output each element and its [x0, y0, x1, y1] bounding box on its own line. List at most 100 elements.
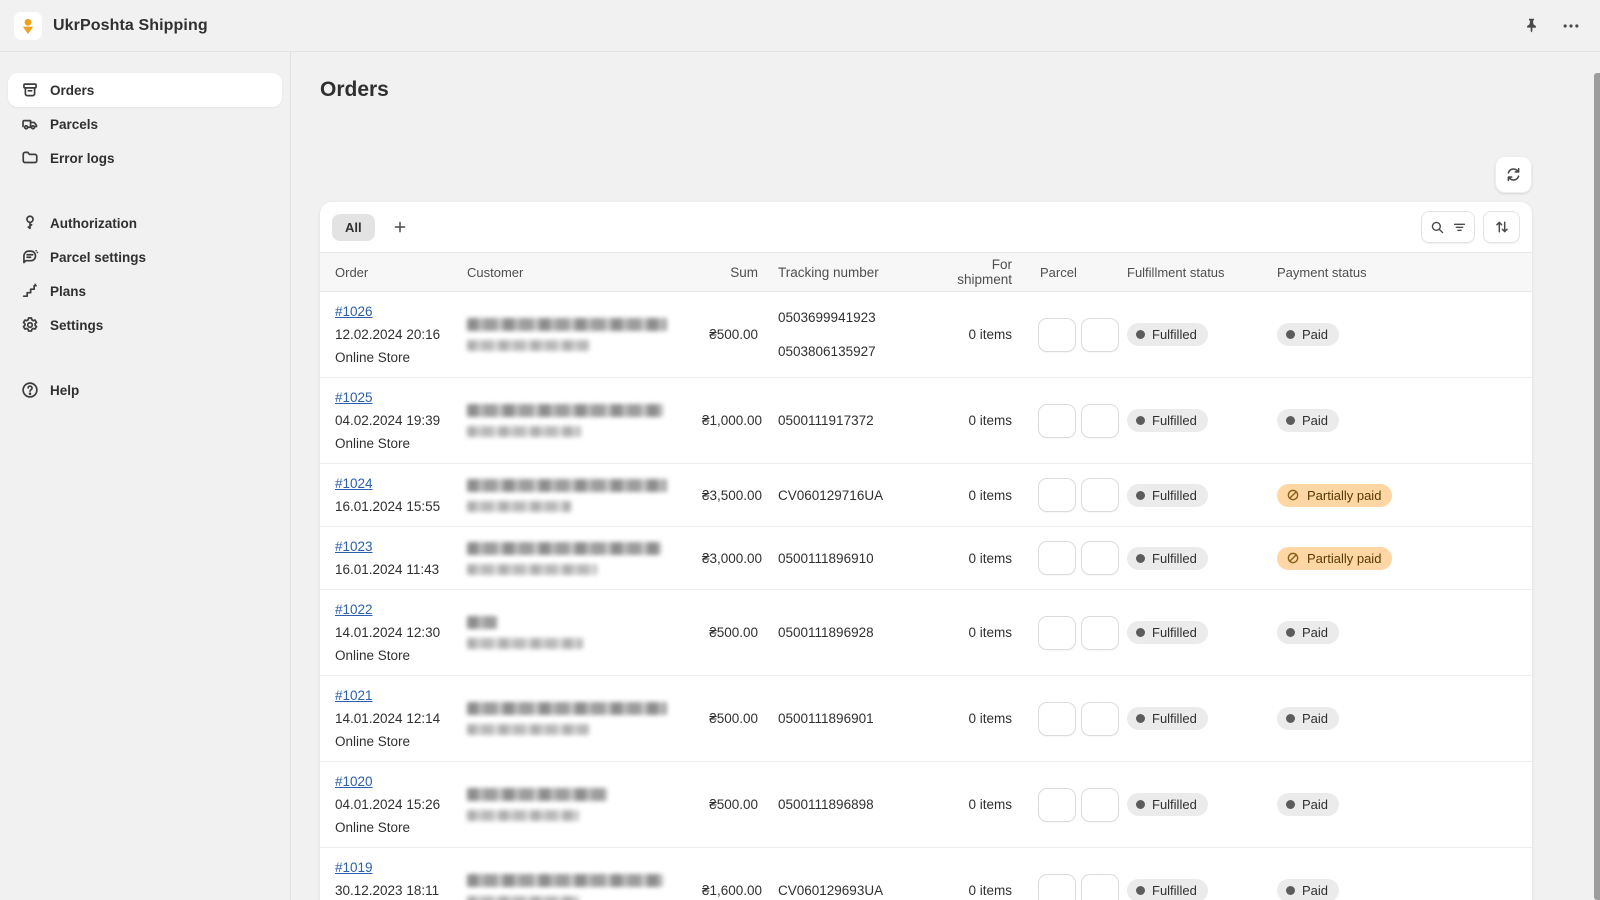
sidebar-item-label: Parcels [50, 117, 98, 132]
print-button[interactable] [1038, 788, 1076, 822]
payment-status-label: Paid [1302, 797, 1328, 812]
create-parcel-button[interactable] [1081, 318, 1119, 352]
parcel-actions [1020, 533, 1125, 583]
sidebar-group: AuthorizationParcel settingsPlansSetting… [8, 206, 282, 342]
print-button[interactable] [1038, 478, 1076, 512]
expand-customer-button[interactable] [678, 556, 682, 560]
sidebar-item-authorization[interactable]: Authorization [8, 206, 282, 240]
sidebar-item-parcel-settings[interactable]: Parcel settings [8, 240, 282, 274]
expand-customer-button[interactable] [678, 333, 682, 337]
vertical-scrollbar[interactable] [1594, 73, 1600, 900]
print-button[interactable] [1038, 541, 1076, 575]
status-dot-icon [1286, 330, 1295, 339]
customer-cell [465, 471, 660, 520]
create-parcel-button[interactable] [1081, 702, 1119, 736]
customer-cell [465, 866, 660, 900]
fulfillment-cell: Fulfilled [1125, 785, 1265, 824]
status-dot-icon [1136, 491, 1145, 500]
status-dot-icon [1286, 416, 1295, 425]
refresh-icon [1505, 166, 1522, 183]
expand-customer-button[interactable] [678, 803, 682, 807]
expand-customer-button[interactable] [678, 493, 682, 497]
table-header-row: OrderCustomerSumTracking numberFor shipm… [320, 252, 1532, 292]
order-cell: #1020 04.01.2024 15:26 Online Store [320, 762, 465, 847]
sidebar-group: Help [8, 373, 282, 407]
status-dot-icon [1286, 886, 1295, 895]
partially-paid-icon [1286, 488, 1300, 502]
tracking-number: 0500111896898 [778, 794, 953, 815]
create-parcel-button[interactable] [1081, 788, 1119, 822]
payment-status-badge: Partially paid [1277, 484, 1392, 507]
order-sum: ₴3,500.00 [700, 480, 760, 511]
order-link[interactable]: #1019 [335, 860, 373, 875]
tab-all[interactable]: All [332, 214, 375, 241]
customer-phone-redacted [467, 810, 579, 821]
column-header-fulfillment-status: Fulfillment status [1125, 265, 1265, 280]
expand-customer-button[interactable] [678, 717, 682, 721]
order-link[interactable]: #1022 [335, 602, 373, 617]
order-row: #1022 14.01.2024 12:30 Online Store ₴500… [320, 590, 1532, 676]
order-row: #1026 12.02.2024 20:16 Online Store ₴500… [320, 292, 1532, 378]
expand-customer-button[interactable] [678, 631, 682, 635]
order-link[interactable]: #1025 [335, 390, 373, 405]
add-view-button[interactable] [385, 212, 415, 242]
sidebar-item-plans[interactable]: Plans [8, 274, 282, 308]
order-cell: #1025 04.02.2024 19:39 Online Store [320, 378, 465, 463]
sidebar-item-settings[interactable]: Settings [8, 308, 282, 342]
sort-button[interactable] [1483, 211, 1520, 243]
order-sum: ₴500.00 [700, 703, 760, 734]
sidebar-item-help[interactable]: Help [8, 373, 282, 407]
create-parcel-button[interactable] [1081, 616, 1119, 650]
search-filter-button[interactable] [1421, 211, 1475, 243]
pin-icon[interactable] [1523, 17, 1540, 34]
print-button[interactable] [1038, 404, 1076, 438]
tracking-numbers: 0500111917372 [760, 402, 955, 439]
payment-status-badge: Paid [1277, 879, 1339, 900]
create-parcel-button[interactable] [1081, 541, 1119, 575]
fulfillment-status-badge: Fulfilled [1127, 409, 1208, 432]
status-dot-icon [1136, 886, 1145, 895]
order-date: 04.01.2024 15:26 [335, 793, 463, 816]
fulfillment-status-label: Fulfilled [1152, 625, 1197, 640]
payment-status-badge: Paid [1277, 323, 1339, 346]
column-header-for-shipment: For shipment [955, 257, 1020, 287]
fulfillment-cell: Fulfilled [1125, 476, 1265, 515]
expand-customer-button[interactable] [678, 419, 682, 423]
parcel-actions [1020, 694, 1125, 744]
print-button[interactable] [1038, 616, 1076, 650]
order-link[interactable]: #1021 [335, 688, 373, 703]
stairs-icon [21, 282, 39, 300]
order-link[interactable]: #1024 [335, 476, 373, 491]
status-dot-icon [1286, 800, 1295, 809]
page-title: Orders [320, 76, 1532, 102]
expand-customer-button[interactable] [678, 889, 682, 893]
customer-expand-cell [660, 411, 700, 431]
fulfillment-status-label: Fulfilled [1152, 327, 1197, 342]
print-button[interactable] [1038, 702, 1076, 736]
payment-status-badge: Paid [1277, 793, 1339, 816]
app-title: UkrPoshta Shipping [53, 17, 208, 35]
more-menu-icon[interactable] [1562, 17, 1580, 35]
tracking-numbers: CV060129693UA [760, 872, 955, 900]
fulfillment-status-label: Fulfilled [1152, 883, 1197, 898]
create-parcel-button[interactable] [1081, 478, 1119, 512]
order-link[interactable]: #1026 [335, 304, 373, 319]
order-link[interactable]: #1023 [335, 539, 373, 554]
status-dot-icon [1286, 628, 1295, 637]
sidebar-item-parcels[interactable]: Parcels [8, 107, 282, 141]
print-button[interactable] [1038, 318, 1076, 352]
sidebar-item-error-logs[interactable]: Error logs [8, 141, 282, 175]
order-channel: Online Store [335, 816, 463, 839]
print-button[interactable] [1038, 874, 1076, 900]
create-parcel-button[interactable] [1081, 874, 1119, 900]
fulfillment-status-badge: Fulfilled [1127, 879, 1208, 900]
create-parcel-button[interactable] [1081, 404, 1119, 438]
order-cell: #1023 16.01.2024 11:43 [320, 527, 465, 589]
app-logo[interactable] [14, 12, 42, 40]
order-link[interactable]: #1020 [335, 774, 373, 789]
fulfillment-cell: Fulfilled [1125, 539, 1265, 578]
payment-status-label: Paid [1302, 711, 1328, 726]
customer-cell [465, 396, 660, 445]
sidebar-item-orders[interactable]: Orders [8, 73, 282, 107]
refresh-button[interactable] [1495, 156, 1532, 193]
